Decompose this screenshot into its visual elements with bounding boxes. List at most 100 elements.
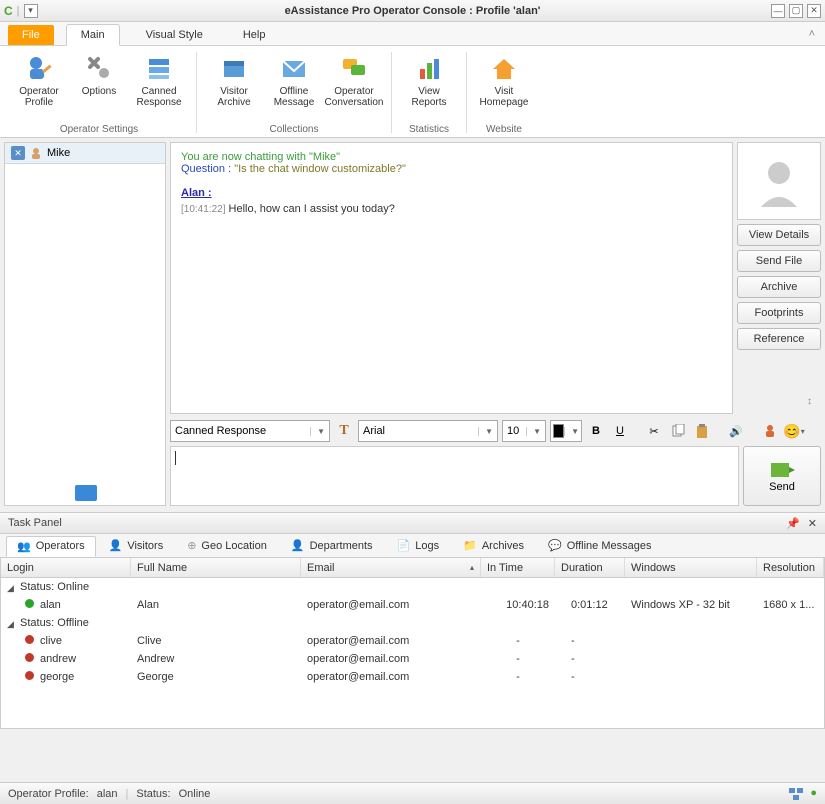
font-icon: T — [334, 421, 354, 441]
tab-offline-messages[interactable]: 💬Offline Messages — [537, 535, 663, 556]
tools-icon — [82, 52, 116, 84]
tab-visitors[interactable]: 👤Visitors — [98, 535, 175, 556]
log-icon: 📄 — [397, 539, 411, 552]
col-login[interactable]: Login — [1, 558, 131, 577]
status-profile-label: Operator Profile: — [8, 788, 89, 800]
font-select[interactable]: Arial▼ — [358, 420, 498, 442]
paste-icon[interactable] — [692, 421, 712, 441]
table-row[interactable]: clive Clive operator@email.com - - — [1, 632, 824, 650]
visitor-archive-button[interactable]: VisitorArchive — [205, 48, 263, 112]
visitor-icon: 👤 — [109, 539, 123, 552]
qa-sep: | — [17, 5, 20, 17]
statusbar: Operator Profile: alan | Status: Online … — [0, 782, 825, 804]
font-size-select[interactable]: 10▼ — [502, 420, 546, 442]
grid-body: ◢Status: Online alan Alan operator@email… — [1, 578, 824, 728]
status-profile-value: alan — [97, 788, 118, 800]
col-windows[interactable]: Windows — [625, 558, 757, 577]
window-title: eAssistance Pro Operator Console : Profi… — [0, 5, 825, 17]
mail-icon — [277, 52, 311, 84]
status-dot-offline — [25, 653, 34, 662]
color-swatch — [553, 424, 564, 438]
canned-response-select[interactable]: Canned Response▼ — [170, 420, 330, 442]
canned-response-button[interactable]: CannedResponse — [130, 48, 188, 112]
emoji-icon[interactable]: 😊▾ — [784, 421, 804, 441]
chat-list-item[interactable]: ✕ Mike — [5, 143, 165, 164]
avatar — [737, 142, 821, 220]
ribbon: OperatorProfile Options CannedResponse O… — [0, 46, 825, 138]
network-icon[interactable] — [788, 787, 804, 801]
group-row-offline[interactable]: ◢Status: Offline — [1, 614, 824, 632]
tab-main[interactable]: Main — [66, 24, 120, 46]
resize-handle-icon[interactable]: ↕ — [807, 396, 821, 410]
send-file-button[interactable]: Send File — [737, 250, 821, 272]
col-intime[interactable]: In Time — [481, 558, 555, 577]
ribbon-collapse-icon[interactable]: ˄ — [809, 28, 815, 40]
chat-side-panel: View Details Send File Archive Footprint… — [737, 142, 821, 414]
close-chat-icon[interactable]: ✕ — [11, 146, 25, 160]
col-resolution[interactable]: Resolution — [757, 558, 824, 577]
view-reports-button[interactable]: ViewReports — [400, 48, 458, 112]
tab-help[interactable]: Help — [229, 25, 280, 45]
table-row[interactable]: alan Alan operator@email.com 10:40:18 0:… — [1, 596, 824, 614]
tab-departments[interactable]: 👤Departments — [280, 535, 384, 556]
tab-operators[interactable]: 👥Operators — [6, 536, 96, 557]
bold-button[interactable]: B — [586, 421, 606, 441]
underline-button[interactable]: U — [610, 421, 630, 441]
status-dot-offline — [25, 671, 34, 680]
format-toolbar: Canned Response▼ T Arial▼ 10▼ ▼ B U ✂ 🔊 … — [170, 418, 821, 444]
copy-icon[interactable] — [668, 421, 688, 441]
visit-homepage-button[interactable]: VisitHomepage — [475, 48, 533, 112]
qa-dropdown-icon[interactable]: ▾ — [24, 4, 38, 18]
operator-conversation-button[interactable]: OperatorConversation — [325, 48, 383, 112]
tab-logs[interactable]: 📄Logs — [386, 535, 451, 556]
send-button[interactable]: Send — [743, 446, 821, 506]
options-button[interactable]: Options — [70, 48, 128, 112]
chat-transcript: You are now chatting with "Mike" Questio… — [170, 142, 733, 414]
department-icon: 👤 — [291, 539, 305, 552]
person-action-icon[interactable] — [760, 421, 780, 441]
status-status-value: Online — [179, 788, 211, 800]
chat-list-pane: ✕ Mike — [4, 142, 166, 506]
task-panel-title: Task Panel — [8, 517, 62, 529]
archive-icon — [217, 52, 251, 84]
close-button[interactable]: ✕ — [807, 4, 821, 18]
cut-icon[interactable]: ✂ — [644, 421, 664, 441]
archive-button[interactable]: Archive — [737, 276, 821, 298]
color-select[interactable]: ▼ — [550, 420, 582, 442]
col-fullname[interactable]: Full Name — [131, 558, 301, 577]
group-row-online[interactable]: ◢Status: Online — [1, 578, 824, 596]
footprints-button[interactable]: Footprints — [737, 302, 821, 324]
sound-icon[interactable]: 🔊 — [726, 421, 746, 441]
tab-visual-style[interactable]: Visual Style — [132, 25, 217, 45]
message-input[interactable] — [170, 446, 739, 506]
person-icon — [29, 146, 43, 160]
bar-chart-icon — [412, 52, 446, 84]
chat-item-name: Mike — [47, 147, 70, 159]
col-email[interactable]: Email — [301, 558, 481, 577]
message-text: Hello, how can I assist you today? — [229, 203, 395, 215]
table-row[interactable]: george George operator@email.com - - — [1, 668, 824, 686]
pin-icon[interactable]: 📌 — [786, 517, 800, 530]
minimize-button[interactable]: — — [771, 4, 785, 18]
send-icon — [769, 459, 795, 479]
connection-icon[interactable]: ● — [810, 787, 817, 801]
operator-profile-button[interactable]: OperatorProfile — [10, 48, 68, 112]
stack-icon — [142, 52, 176, 84]
close-panel-icon[interactable]: ✕ — [808, 517, 817, 530]
status-status-label: Status: — [136, 788, 170, 800]
reference-button[interactable]: Reference — [737, 328, 821, 350]
tab-file[interactable]: File — [8, 25, 54, 45]
table-row[interactable]: andrew Andrew operator@email.com - - — [1, 650, 824, 668]
tab-archives[interactable]: 📁Archives — [452, 535, 535, 556]
view-details-button[interactable]: View Details — [737, 224, 821, 246]
col-duration[interactable]: Duration — [555, 558, 625, 577]
folder-icon[interactable] — [75, 485, 97, 501]
tab-geo-location[interactable]: ⊕Geo Location — [176, 535, 278, 556]
maximize-button[interactable]: ▢ — [789, 4, 803, 18]
offline-message-button[interactable]: OfflineMessage — [265, 48, 323, 112]
operators-grid: Login Full Name Email In Time Duration W… — [0, 558, 825, 729]
grid-header[interactable]: Login Full Name Email In Time Duration W… — [1, 558, 824, 578]
ribbon-tabs: File Main Visual Style Help ˄ — [0, 22, 825, 46]
archive-tab-icon: 📁 — [463, 539, 477, 552]
chat-bubbles-icon — [337, 52, 371, 84]
